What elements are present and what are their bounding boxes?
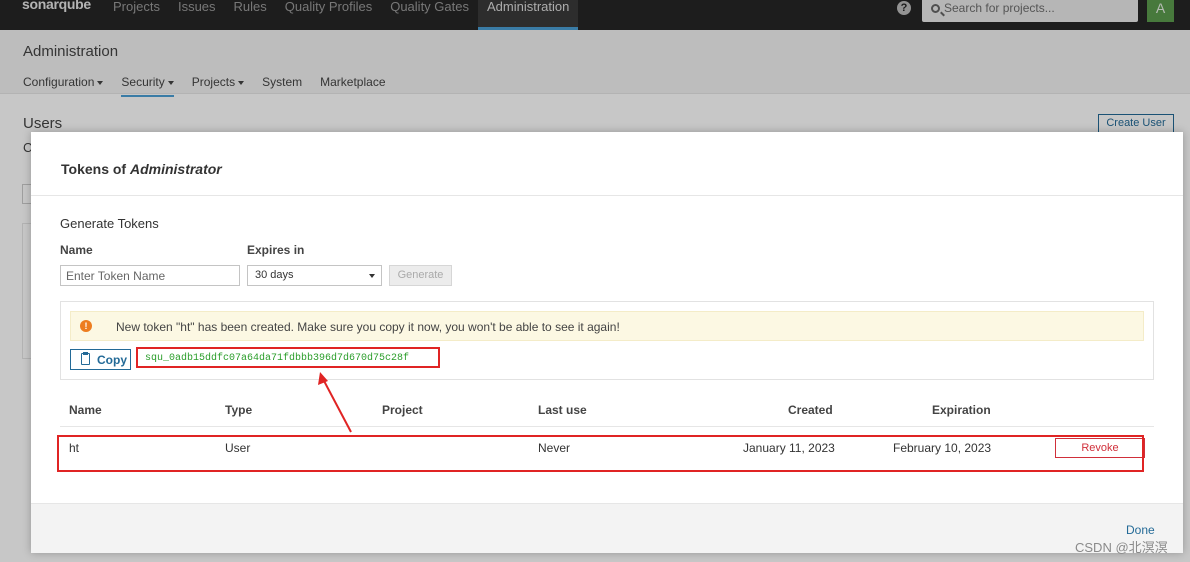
- modal-title: Tokens of Administrator: [61, 161, 222, 177]
- watermark: CSDN @北溟溟: [1075, 540, 1168, 555]
- col-header-project: Project: [382, 403, 423, 417]
- col-header-last-use: Last use: [538, 403, 587, 417]
- expires-value: 30 days: [255, 269, 294, 281]
- expires-label: Expires in: [247, 243, 305, 257]
- warning-icon: !: [80, 320, 92, 332]
- token-created-alert: ! New token "ht" has been created. Make …: [70, 311, 1144, 341]
- clipboard-icon: [81, 352, 90, 365]
- copy-button[interactable]: Copy: [70, 349, 131, 370]
- new-token-panel: ! New token "ht" has been created. Make …: [60, 301, 1154, 380]
- modal-footer: Done: [31, 503, 1183, 553]
- col-header-name: Name: [69, 403, 102, 417]
- modal-header: Tokens of Administrator: [31, 132, 1183, 196]
- col-header-type: Type: [225, 403, 253, 417]
- alert-text: New token "ht" has been created. Make su…: [116, 320, 620, 334]
- copy-label: Copy: [97, 353, 127, 367]
- generate-button[interactable]: Generate: [389, 265, 452, 286]
- token-name-input[interactable]: [60, 265, 240, 286]
- generate-tokens-title: Generate Tokens: [60, 216, 159, 231]
- done-button[interactable]: Done: [1126, 523, 1155, 537]
- annotation-box-token: [136, 347, 440, 368]
- table-divider: [60, 426, 1154, 427]
- tokens-modal: Tokens of Administrator Generate Tokens …: [31, 132, 1183, 553]
- annotation-box-row: [57, 435, 1144, 472]
- chevron-down-icon: [369, 274, 375, 278]
- col-header-created: Created: [788, 403, 833, 417]
- expires-select[interactable]: 30 days: [247, 265, 382, 286]
- name-label: Name: [60, 243, 93, 257]
- col-header-expiration: Expiration: [932, 403, 991, 417]
